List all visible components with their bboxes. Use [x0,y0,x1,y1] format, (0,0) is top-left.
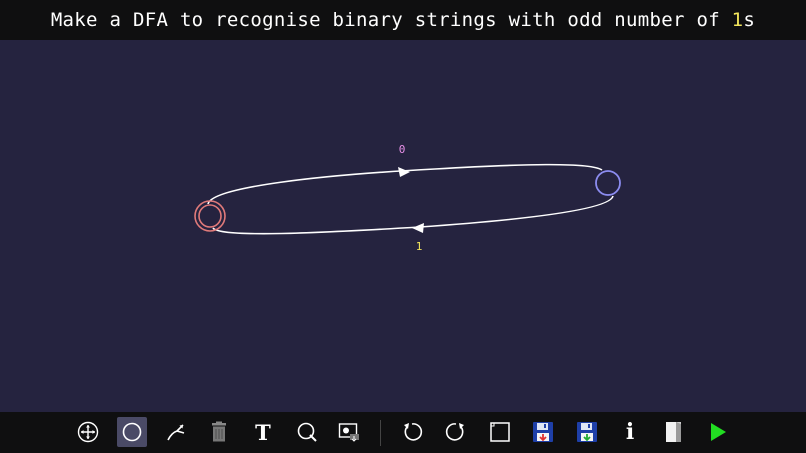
dfa-canvas[interactable]: 0 1 [0,40,806,412]
save-as-icon [577,422,597,442]
arrow-head-1 [412,223,424,233]
magnifier-icon [297,422,317,442]
info-icon: i [625,419,635,445]
title-highlight: 1 [731,9,744,31]
info-button[interactable]: i [615,417,645,447]
app-window: Make a DFA to recognise binary strings w… [0,0,806,453]
undo-icon [404,423,423,441]
circle-icon [122,422,142,442]
transition-label-0[interactable]: 0 [399,143,406,156]
undo-button[interactable] [397,417,427,447]
delete-tool[interactable] [204,417,234,447]
save-icon [533,422,553,442]
title-suffix: s [743,9,756,31]
toolbar-separator [380,420,381,446]
save-as-button[interactable] [572,417,602,447]
trash-icon [212,421,226,442]
arrow-head-0 [398,167,410,177]
problem-title: Make a DFA to recognise binary strings w… [0,0,806,40]
text-icon: T [255,419,271,445]
clear-canvas-button[interactable] [485,417,515,447]
move-icon [77,421,99,443]
text-tool[interactable]: T [248,417,278,447]
redo-button[interactable] [441,417,471,447]
book-icon [666,422,681,442]
square-icon [490,422,510,442]
run-button[interactable] [703,417,733,447]
redo-icon [445,423,464,441]
state-normal[interactable] [595,170,621,196]
save-button[interactable] [528,417,558,447]
screenshot-tool[interactable] [335,417,365,447]
transition-label-1[interactable]: 1 [416,240,423,253]
camera-icon [338,423,359,442]
state-accepting[interactable] [194,200,226,232]
zoom-tool[interactable] [292,417,322,447]
move-tool[interactable] [73,417,103,447]
transition-icon [167,424,185,441]
open-button[interactable] [659,417,689,447]
bottom-toolbar: T i [0,412,806,453]
title-text: Make a DFA to recognise binary strings w… [50,9,732,31]
add-transition-tool[interactable] [161,417,191,447]
dfa-diagram: 0 1 [194,143,621,253]
add-state-tool[interactable] [117,417,147,447]
play-icon [711,423,726,441]
